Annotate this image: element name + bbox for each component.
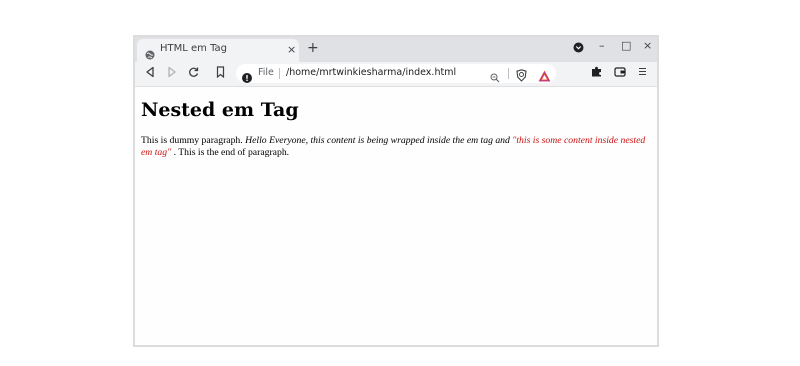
bookmark-icon[interactable] [216, 66, 225, 78]
address-bar[interactable]: File /home/mrtwinkiesharma/index.html [236, 64, 556, 83]
scheme-label: File [258, 67, 274, 78]
url-text[interactable]: /home/mrtwinkiesharma/index.html [286, 67, 456, 78]
page-viewport: Nested em Tag This is dummy paragraph. H… [135, 87, 657, 345]
close-window-button[interactable]: × [643, 39, 652, 52]
zoom-icon[interactable] [490, 68, 500, 83]
globe-icon [145, 45, 155, 60]
tab-search-icon [573, 42, 584, 53]
brave-shields-icon[interactable] [516, 67, 527, 82]
page-paragraph: This is dummy paragraph. Hello Everyone,… [141, 135, 653, 159]
info-icon[interactable] [242, 68, 252, 83]
tab-close-button[interactable]: × [287, 43, 296, 56]
tab-search-button[interactable] [573, 42, 584, 56]
paragraph-prefix: This is dummy paragraph. [141, 135, 246, 146]
back-icon[interactable] [145, 66, 155, 78]
wallet-icon[interactable] [614, 66, 626, 77]
reload-icon[interactable] [188, 66, 199, 78]
new-tab-button[interactable]: + [307, 40, 319, 56]
forward-icon[interactable] [167, 66, 177, 78]
brave-rewards-icon[interactable] [538, 67, 551, 82]
puzzle-icon[interactable] [591, 66, 602, 77]
omnibox-divider [279, 68, 280, 79]
menu-icon[interactable] [638, 66, 647, 77]
em-text: Hello Everyone, this content is being wr… [245, 135, 513, 146]
omnibox-divider-2 [508, 68, 509, 79]
paragraph-suffix: . This is the end of paragraph. [171, 147, 290, 158]
browser-window: HTML em Tag × + – □ × File /home/mrtwink… [133, 35, 659, 347]
navigation-toolbar: File /home/mrtwinkiesharma/index.html [135, 62, 657, 87]
tab-title: HTML em Tag [160, 43, 228, 54]
page-heading: Nested em Tag [141, 99, 299, 121]
tab-strip: HTML em Tag × + – □ × [135, 37, 657, 62]
tab-html-em-tag[interactable]: HTML em Tag × [137, 39, 299, 62]
minimize-button[interactable]: – [599, 39, 605, 52]
maximize-button[interactable]: □ [621, 39, 631, 52]
